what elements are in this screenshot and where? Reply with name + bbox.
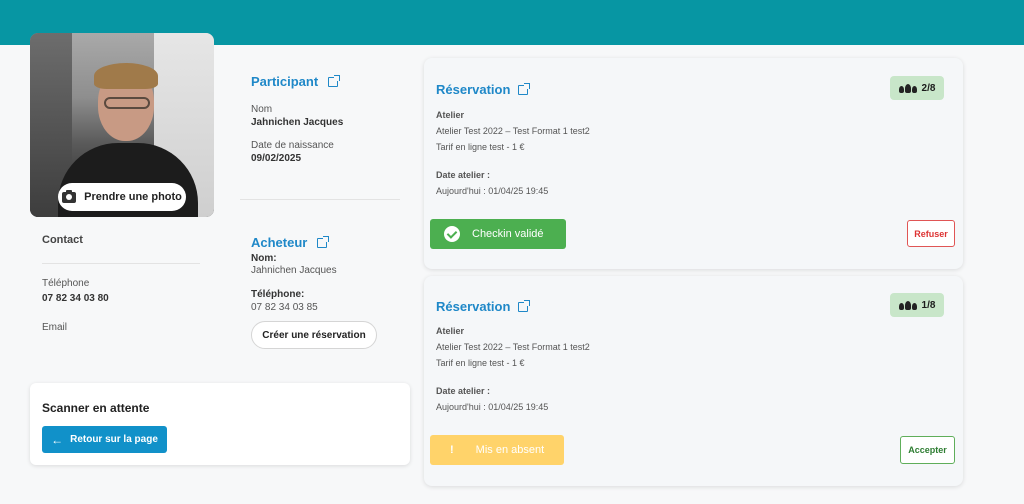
- date-atelier-value: Aujourd'hui : 01/04/25 19:45: [436, 402, 549, 412]
- marked-absent-button[interactable]: ! Mis en absent: [430, 435, 564, 465]
- date-atelier-value: Aujourd'hui : 01/04/25 19:45: [436, 186, 549, 196]
- acheteur-title: Acheteur: [251, 235, 308, 250]
- accept-button[interactable]: Accepter: [900, 436, 955, 464]
- back-to-page-label: Retour sur la page: [70, 434, 158, 445]
- date-atelier-label: Date atelier :: [436, 170, 491, 180]
- reservation-title: Réservation: [436, 82, 511, 97]
- refuse-button[interactable]: Refuser: [907, 220, 955, 247]
- contact-divider: [42, 263, 200, 264]
- column-divider: [240, 199, 400, 200]
- group-icon: [898, 83, 917, 93]
- external-link-icon: [518, 299, 531, 312]
- date-atelier-label: Date atelier :: [436, 386, 491, 396]
- arrow-left-icon: ←: [51, 432, 64, 447]
- reservation-title: Réservation: [436, 299, 511, 314]
- atelier-name: Atelier Test 2022 – Test Format 1 test2: [436, 342, 590, 352]
- tarif: Tarif en ligne test - 1 €: [436, 142, 525, 152]
- reservation-link[interactable]: Réservation: [436, 82, 531, 97]
- take-photo-label: Prendre une photo: [84, 191, 182, 203]
- camera-icon: [62, 189, 77, 203]
- contact-phone-value: 07 82 34 03 80: [42, 293, 109, 304]
- atelier-label: Atelier: [436, 110, 465, 120]
- participant-dob-value: 09/02/2025: [251, 153, 302, 164]
- participant-title: Participant: [251, 74, 319, 89]
- contact-title: Contact: [42, 234, 83, 246]
- create-reservation-button[interactable]: Créer une réservation: [251, 321, 377, 349]
- participants-count-badge: 2/8: [890, 76, 944, 100]
- atelier-label: Atelier: [436, 326, 465, 336]
- participants-count: 1/8: [921, 299, 936, 311]
- take-photo-button[interactable]: Prendre une photo: [58, 183, 186, 211]
- acheteur-nom-value: Jahnichen Jacques: [251, 265, 337, 276]
- tarif: Tarif en ligne test - 1 €: [436, 358, 525, 368]
- participants-count-badge: 1/8: [890, 293, 944, 317]
- check-circle-icon: [444, 226, 460, 242]
- absent-label: Mis en absent: [475, 444, 545, 456]
- scanner-card: Scanner en attente ← Retour sur la page: [30, 383, 410, 465]
- back-to-page-button[interactable]: ← Retour sur la page: [42, 426, 167, 453]
- atelier-name: Atelier Test 2022 – Test Format 1 test2: [436, 126, 590, 136]
- scanner-title: Scanner en attente: [42, 401, 150, 415]
- acheteur-link[interactable]: Acheteur: [251, 235, 330, 250]
- reservation-link[interactable]: Réservation: [436, 299, 531, 314]
- participant-nom-label: Nom: [251, 104, 273, 115]
- group-icon: [898, 300, 917, 310]
- participant-link[interactable]: Participant: [251, 74, 341, 89]
- contact-email-label: Email: [42, 322, 68, 333]
- reservation-card: Réservation 2/8 Atelier Atelier Test 202…: [424, 58, 963, 269]
- participants-count: 2/8: [921, 82, 936, 94]
- reservation-card: Réservation 1/8 Atelier Atelier Test 202…: [424, 276, 963, 486]
- participant-nom-value: Jahnichen Jacques: [251, 117, 344, 128]
- checkin-validated-button[interactable]: Checkin validé: [430, 219, 566, 249]
- warning-icon: !: [450, 444, 454, 456]
- acheteur-nom-label: Nom:: [251, 253, 277, 264]
- acheteur-phone-label: Téléphone:: [251, 289, 305, 300]
- external-link-icon: [328, 74, 341, 87]
- external-link-icon: [518, 82, 531, 95]
- contact-phone-label: Téléphone: [42, 278, 90, 289]
- participant-dob-label: Date de naissance: [251, 140, 334, 151]
- checkin-label: Checkin validé: [472, 228, 544, 240]
- acheteur-phone-value: 07 82 34 03 85: [251, 302, 318, 313]
- external-link-icon: [317, 235, 330, 248]
